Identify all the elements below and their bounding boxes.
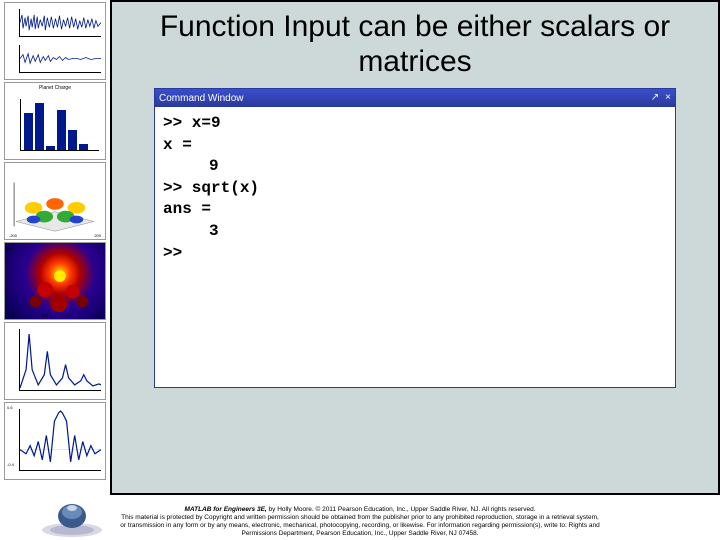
thumb-3d-surface: -200 200: [4, 162, 106, 240]
footer-line2: This material is protected by Copyright …: [120, 514, 599, 537]
fractal-icon: [5, 243, 105, 319]
noise-line-icon: [20, 54, 101, 64]
close-icon[interactable]: ×: [665, 93, 671, 103]
slide-page: Planet Charge: [0, 0, 720, 495]
command-window-body[interactable]: >> x=9 x = 9>> sqrt(x) ans = 3>>: [155, 107, 675, 387]
cmd-line: x =: [163, 136, 192, 154]
cmd-line: >> x=9: [163, 114, 221, 132]
thumbnail-sidebar: Planet Charge: [0, 0, 110, 495]
damping-line-icon: [20, 334, 101, 388]
slide-title: Function Input can be either scalars or …: [122, 8, 708, 89]
thumb-sinc: 0.6 -0.4: [4, 402, 106, 480]
copyright-footer: MATLAB for Engineers 3E, by Holly Moore.…: [0, 506, 720, 539]
thumb-fractal: 100 300 600 100: [4, 242, 106, 320]
noise-line-icon: [20, 15, 101, 30]
popout-icon[interactable]: ↗: [651, 93, 659, 103]
command-window: Command Window ↗ × >> x=9 x = 9>> sqrt(x…: [155, 89, 675, 387]
command-window-titlebar: Command Window ↗ ×: [155, 89, 675, 107]
surface-icon: [14, 182, 94, 231]
thumb-damping: [4, 322, 106, 400]
cmd-prompt: >>: [163, 244, 182, 262]
thumb-line-plots: [4, 2, 106, 80]
thumb-bar-title: Planet Charge: [5, 85, 105, 91]
cmd-line: ans =: [163, 200, 211, 218]
cmd-line: >> sqrt(x): [163, 179, 259, 197]
cmd-output: 9: [163, 156, 667, 178]
footer-line1: by Holly Moore. © 2011 Pearson Education…: [267, 506, 536, 513]
sinc-line-icon: [20, 411, 101, 462]
slide-body: Function Input can be either scalars or …: [110, 0, 720, 495]
cmd-output: 3: [163, 221, 667, 243]
thumb-bar-chart: Planet Charge: [4, 82, 106, 160]
command-window-title: Command Window: [159, 93, 243, 104]
footer-book-title: MATLAB for Engineers 3E,: [184, 506, 266, 513]
